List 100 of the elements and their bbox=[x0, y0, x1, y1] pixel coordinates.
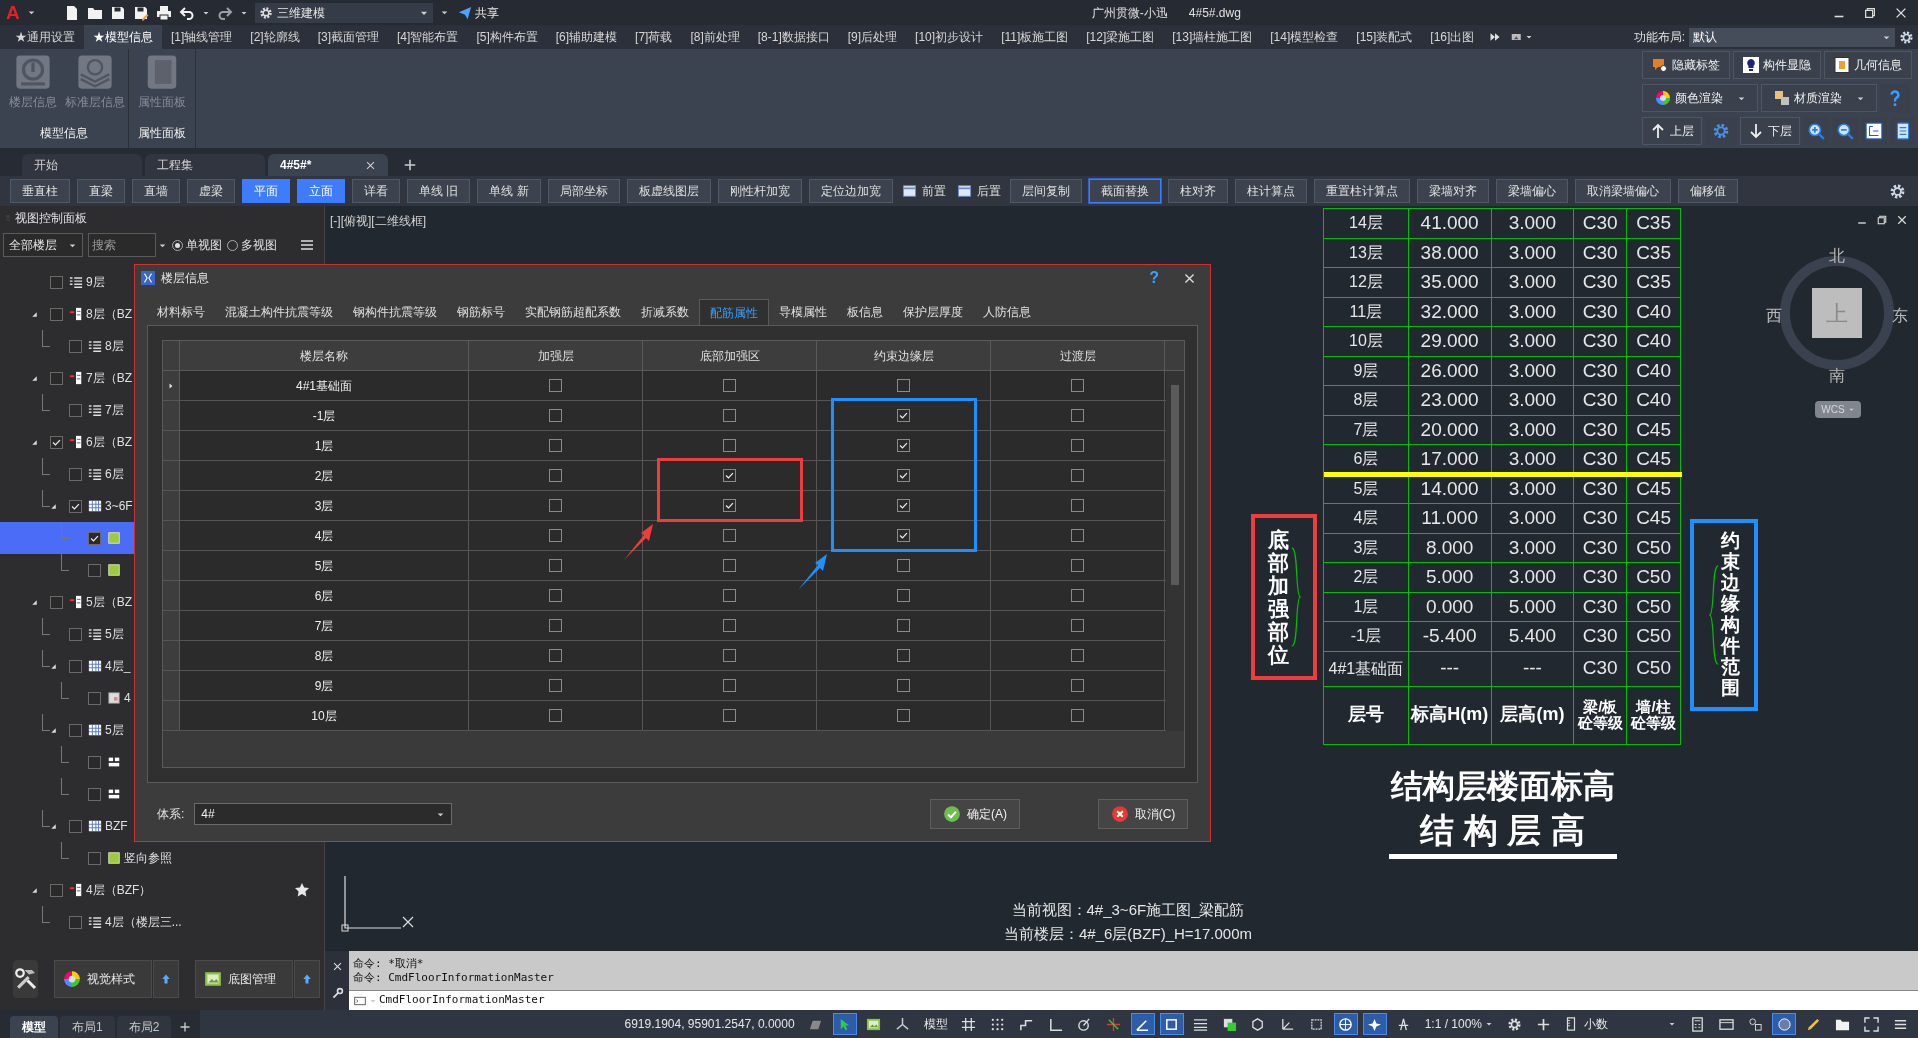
table-cell: 4#1基础面 bbox=[1324, 651, 1409, 687]
table-cell: 14层 bbox=[1324, 209, 1409, 239]
table-cell: C45 bbox=[1627, 474, 1681, 504]
table-cell: C30 bbox=[1574, 651, 1628, 687]
drawing-subtitle: 结 构 层 高 bbox=[1420, 809, 1585, 851]
table-cell: 4层 bbox=[180, 521, 469, 550]
table-cell: 3.000 bbox=[1491, 415, 1575, 445]
table-cell: 4#1基础面 bbox=[180, 371, 469, 400]
table-cell: C35 bbox=[1627, 268, 1681, 298]
table-cell: C35 bbox=[1627, 209, 1681, 239]
table-cell: 2层 bbox=[180, 461, 469, 490]
table-cell: 20.000 bbox=[1408, 415, 1492, 445]
table-cell: 1层 bbox=[1324, 592, 1409, 622]
table-cell: C30 bbox=[1574, 327, 1628, 357]
table-cell: C30 bbox=[1574, 474, 1628, 504]
table-cell: 14.000 bbox=[1408, 474, 1492, 504]
table-cell: 38.000 bbox=[1408, 238, 1492, 268]
table-cell: C50 bbox=[1627, 651, 1681, 687]
table-cell: C50 bbox=[1627, 563, 1681, 593]
table-cell: C30 bbox=[1574, 622, 1628, 652]
coordinates-readout: 6919.1904, 95901.2547, 0.0000 bbox=[624, 1016, 795, 1033]
table-cell: 2层 bbox=[1324, 563, 1409, 593]
table-cell: 3.000 bbox=[1491, 533, 1575, 563]
file-name: 4#5#.dwg bbox=[1188, 4, 1241, 22]
table-cell: 10层 bbox=[1324, 327, 1409, 357]
table-header-cell: 梁/板砼等级 bbox=[1577, 698, 1624, 732]
table-cell: C30 bbox=[1574, 386, 1628, 416]
table-cell: 5.000 bbox=[1408, 563, 1492, 593]
table-cell: C40 bbox=[1627, 386, 1681, 416]
table-cell: 3.000 bbox=[1491, 474, 1575, 504]
table-cell: 3层 bbox=[1324, 533, 1409, 563]
table-cell: C40 bbox=[1627, 297, 1681, 327]
table-cell: 35.000 bbox=[1408, 268, 1492, 298]
table-cell: C30 bbox=[1574, 356, 1628, 386]
callout-label: 约束边缘构件范围 bbox=[1720, 531, 1740, 699]
table-cell: 7层 bbox=[1324, 415, 1409, 445]
layout-label: 功能布局: bbox=[1633, 29, 1685, 46]
table-cell: -5.400 bbox=[1408, 622, 1492, 652]
table-cell: --- bbox=[1408, 651, 1492, 687]
table-cell: C45 bbox=[1627, 504, 1681, 534]
table-cell: C35 bbox=[1627, 238, 1681, 268]
table-cell: 5.400 bbox=[1491, 622, 1575, 652]
table-cell: C30 bbox=[1574, 504, 1628, 534]
table-cell: 4层 bbox=[1324, 504, 1409, 534]
table-cell: 3.000 bbox=[1491, 297, 1575, 327]
table-cell: C50 bbox=[1627, 533, 1681, 563]
table-cell: 5层 bbox=[1324, 474, 1409, 504]
table-header-cell: 层高(m) bbox=[1500, 705, 1565, 725]
table-cell: C30 bbox=[1574, 415, 1628, 445]
dialog-title: 楼层信息 bbox=[161, 270, 209, 287]
table-cell: 3.000 bbox=[1491, 504, 1575, 534]
table-cell: C30 bbox=[1574, 238, 1628, 268]
table-cell: 12层 bbox=[1324, 268, 1409, 298]
table-cell: 1层 bbox=[180, 431, 469, 460]
table-cell: 8层 bbox=[180, 641, 469, 670]
table-cell: C40 bbox=[1627, 327, 1681, 357]
table-cell: 5.000 bbox=[1491, 592, 1575, 622]
table-cell: C40 bbox=[1627, 356, 1681, 386]
ribbon-group-title: 模型信息 bbox=[39, 125, 89, 142]
table-cell: 41.000 bbox=[1408, 209, 1492, 239]
table-cell: 3.000 bbox=[1491, 238, 1575, 268]
table-cell: 3.000 bbox=[1491, 563, 1575, 593]
table-cell: 3层 bbox=[180, 491, 469, 520]
table-cell: C30 bbox=[1574, 533, 1628, 563]
table-cell: 0.000 bbox=[1408, 592, 1492, 622]
table-cell: -1层 bbox=[1324, 622, 1409, 652]
table-cell: 3.000 bbox=[1491, 356, 1575, 386]
table-cell: 11.000 bbox=[1408, 504, 1492, 534]
table-cell: 3.000 bbox=[1491, 327, 1575, 357]
table-cell: 7层 bbox=[180, 611, 469, 640]
table-header-cell: 标高H(m) bbox=[1411, 705, 1489, 725]
table-cell: 6层 bbox=[180, 581, 469, 610]
app-title: 广州贯微-小迅 bbox=[1091, 4, 1168, 22]
table-cell: C30 bbox=[1574, 592, 1628, 622]
table-cell: C30 bbox=[1574, 563, 1628, 593]
table-cell: 9层 bbox=[1324, 356, 1409, 386]
callout-label: 底部加强部位 bbox=[1267, 527, 1289, 667]
table-header-cell: 层号 bbox=[1347, 705, 1384, 725]
table-cell: 29.000 bbox=[1408, 327, 1492, 357]
table-cell: 3.000 bbox=[1491, 209, 1575, 239]
table-cell: 13层 bbox=[1324, 238, 1409, 268]
ribbon-group-title: 属性面板 bbox=[137, 125, 187, 142]
table-cell: C45 bbox=[1627, 415, 1681, 445]
current-floor-text: 当前楼层：4#_6层(BZF)_H=17.000m bbox=[1004, 924, 1252, 944]
command-history-line: 命令: CmdFloorInformationMaster bbox=[353, 970, 555, 985]
table-cell: C50 bbox=[1627, 622, 1681, 652]
table-cell: 10层 bbox=[180, 701, 469, 730]
system-label: 体系: bbox=[157, 806, 185, 823]
table-cell: 8层 bbox=[1324, 386, 1409, 416]
table-cell: C50 bbox=[1627, 592, 1681, 622]
table-cell: 11层 bbox=[1324, 297, 1409, 327]
table-header-cell: 墙/柱砼等级 bbox=[1630, 698, 1677, 732]
table-cell: C30 bbox=[1574, 209, 1628, 239]
table-cell: 26.000 bbox=[1408, 356, 1492, 386]
table-cell: C30 bbox=[1574, 268, 1628, 298]
current-view-text: 当前视图：4#_3~6F施工图_梁配筋 bbox=[1011, 900, 1245, 920]
table-cell: 3.000 bbox=[1491, 268, 1575, 298]
command-history-line: 命令: *取消* bbox=[353, 956, 425, 971]
table-cell: 23.000 bbox=[1408, 386, 1492, 416]
table-cell: --- bbox=[1491, 651, 1575, 687]
